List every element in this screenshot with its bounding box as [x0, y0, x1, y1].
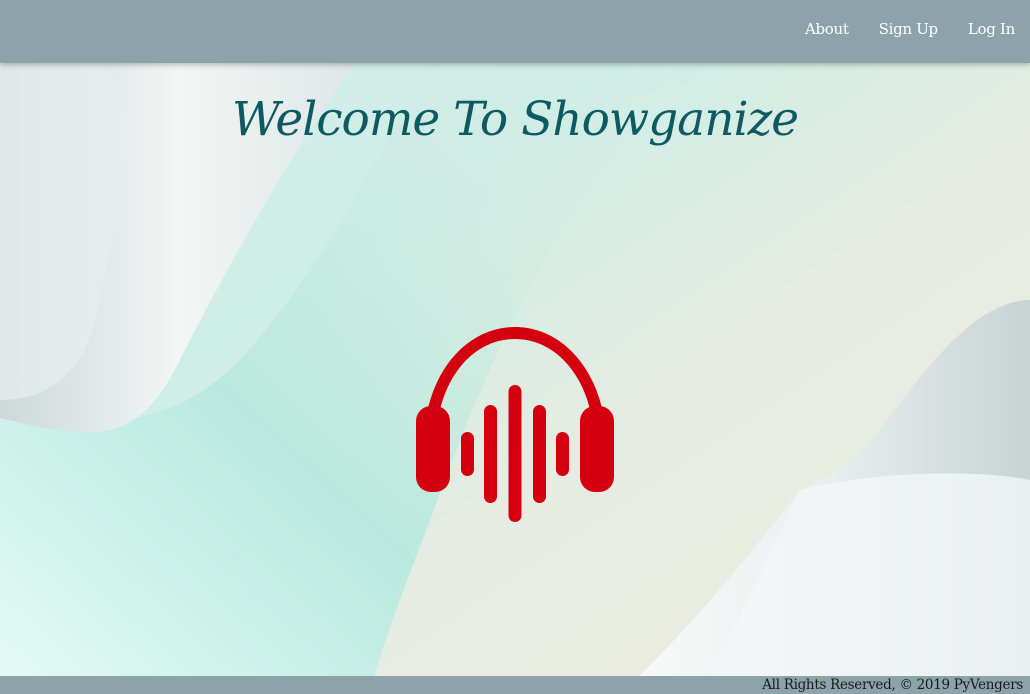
copyright-text: All Rights Reserved, © 2019 PyVengers [762, 677, 1023, 693]
top-navbar: About Sign Up Log In [0, 0, 1030, 63]
footer: All Rights Reserved, © 2019 PyVengers [0, 676, 1030, 694]
nav-link-sign-up[interactable]: Sign Up [879, 20, 939, 38]
nav-link-about[interactable]: About [805, 20, 849, 38]
headphones-soundwave-icon [416, 327, 614, 522]
nav-link-log-in[interactable]: Log In [968, 20, 1015, 38]
nav-links: About Sign Up Log In [805, 20, 1015, 38]
page-title: Welcome To Showganize [231, 92, 799, 147]
